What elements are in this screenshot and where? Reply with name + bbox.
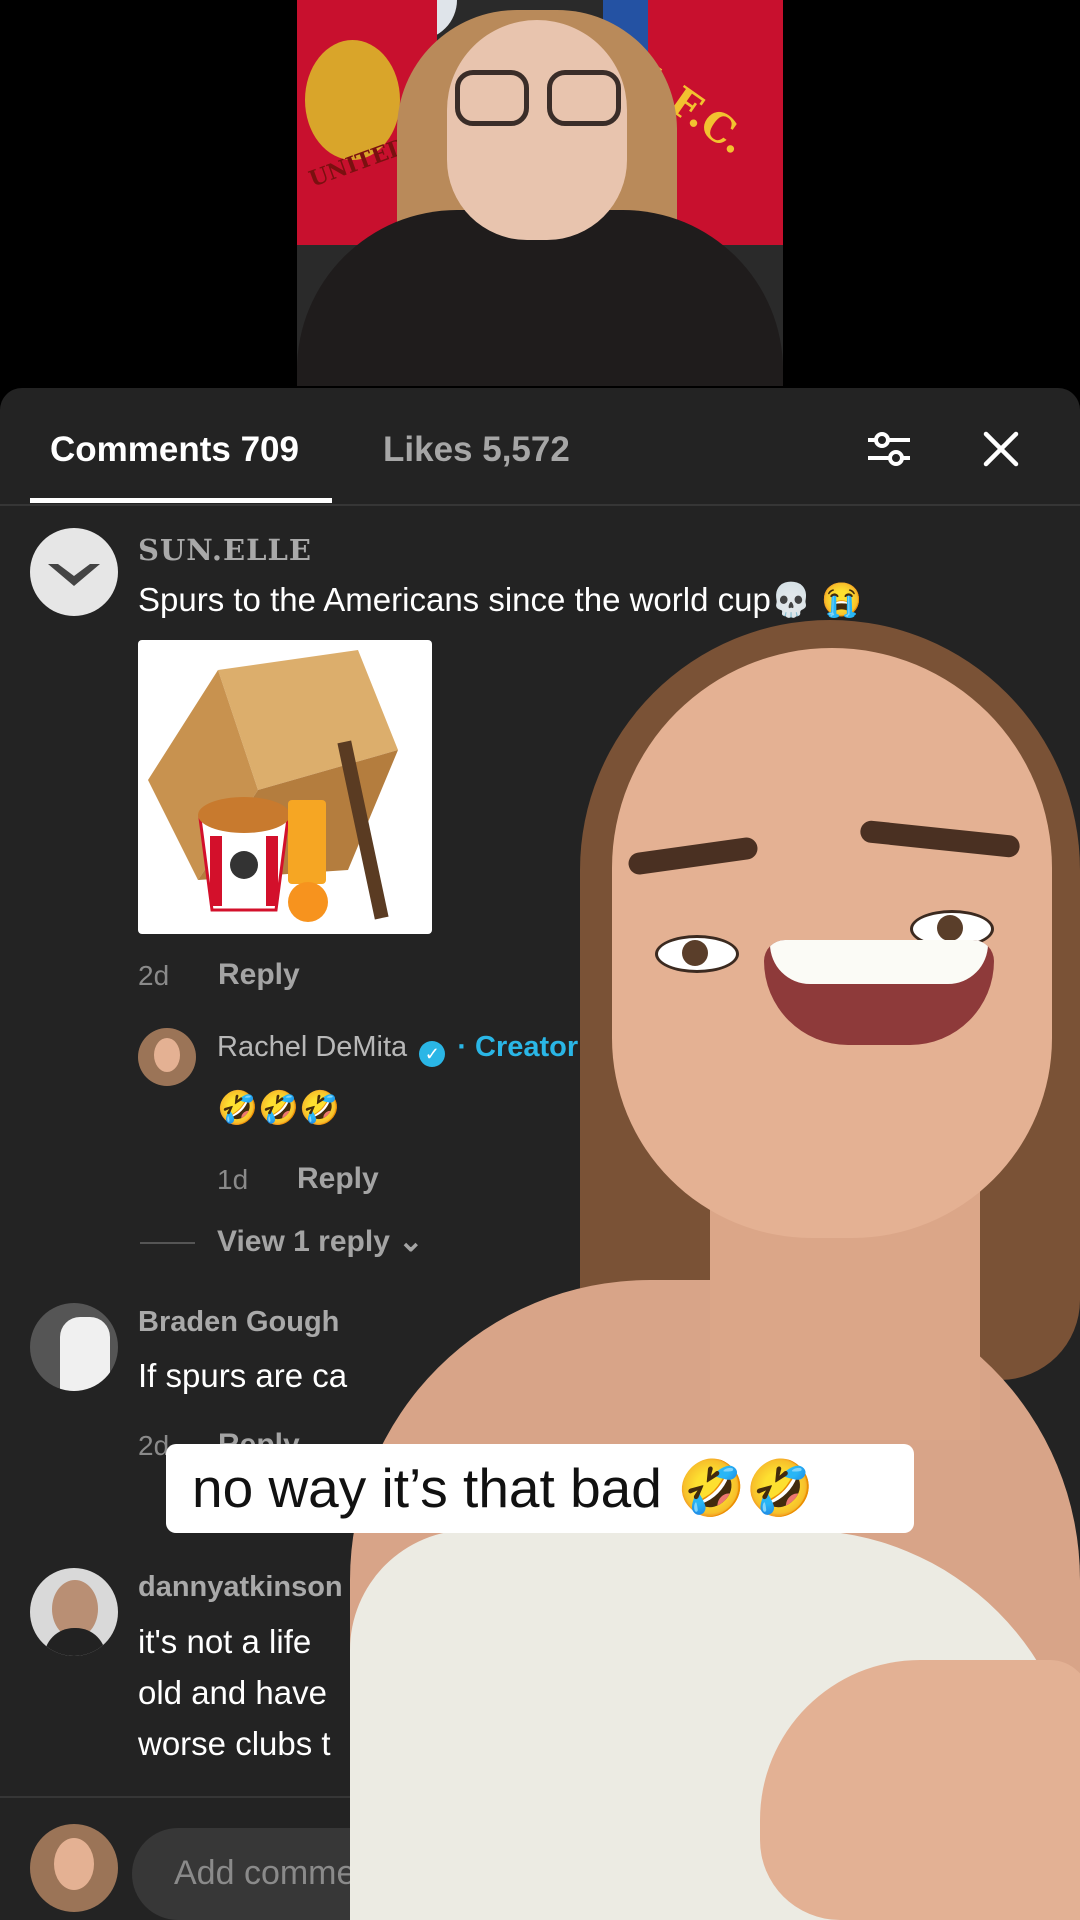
comment-username[interactable]: Braden Gough [138, 1306, 339, 1339]
caption-text: no way it’s that bad 🤣🤣 [192, 1457, 815, 1519]
comment-username[interactable]: Rachel DeMita [217, 1031, 407, 1063]
video-background: UNITED L.F.C. [0, 0, 1080, 400]
avatar-face [154, 1038, 180, 1072]
reply-button[interactable]: Reply [297, 1162, 379, 1196]
comment-text: If spurs are ca [138, 1357, 348, 1394]
video-caption: no way it’s that bad 🤣🤣 [166, 1444, 914, 1533]
glasses-icon [547, 70, 621, 126]
avatar[interactable] [138, 1028, 196, 1086]
comment-age: 1d [217, 1164, 249, 1195]
tab-comments[interactable]: Comments 709 [50, 430, 299, 470]
tab-likes[interactable]: Likes 5,572 [383, 430, 570, 470]
comment-age: 2d [138, 1430, 170, 1461]
presenter-face [447, 20, 627, 240]
reply-button[interactable]: Reply [218, 958, 300, 992]
close-icon[interactable] [978, 426, 1024, 472]
comment-text: old and have [138, 1674, 327, 1711]
active-tab-indicator [30, 498, 332, 503]
creator-reply-header: Rachel DeMita ✓ · Creator [217, 1031, 578, 1067]
avatar[interactable] [30, 528, 118, 616]
comment-text: Spurs to the Americans since the world c… [138, 581, 863, 618]
comment-text: worse clubs t [138, 1725, 331, 1762]
comment-text: it's not a life [138, 1623, 312, 1660]
comment-age: 2d [138, 960, 170, 991]
video-frame: UNITED L.F.C. [297, 0, 783, 386]
avatar-figure [60, 1317, 110, 1391]
avatar-shirt [44, 1628, 106, 1656]
comment-text: 🤣🤣🤣 [217, 1089, 341, 1126]
comment-username[interactable]: dannyatkinson [138, 1571, 343, 1604]
glasses-icon [455, 70, 529, 126]
divider [140, 1242, 195, 1244]
avatar[interactable] [30, 1568, 118, 1656]
avatar-face [54, 1838, 94, 1890]
my-avatar[interactable] [30, 1824, 118, 1912]
add-comment-placeholder: Add comme [174, 1854, 356, 1892]
comment-input-bar: Add comme [0, 1796, 1080, 1920]
avatar[interactable] [30, 1303, 118, 1391]
creator-badge: · Creator [457, 1031, 579, 1063]
comment-username[interactable]: SUN.ELLE [138, 533, 312, 567]
view-replies-button[interactable]: View 1 reply ⌄ [217, 1224, 423, 1259]
comment-image[interactable] [138, 640, 432, 934]
verified-icon: ✓ [419, 1041, 446, 1067]
panel-header: Comments 709 Likes 5,572 [0, 388, 1080, 506]
sliders-icon[interactable] [866, 426, 912, 472]
add-comment-input[interactable]: Add comme [132, 1828, 832, 1920]
comments-panel: Comments 709 Likes 5,572 SUN.ELLE Spurs … [0, 388, 1080, 1920]
